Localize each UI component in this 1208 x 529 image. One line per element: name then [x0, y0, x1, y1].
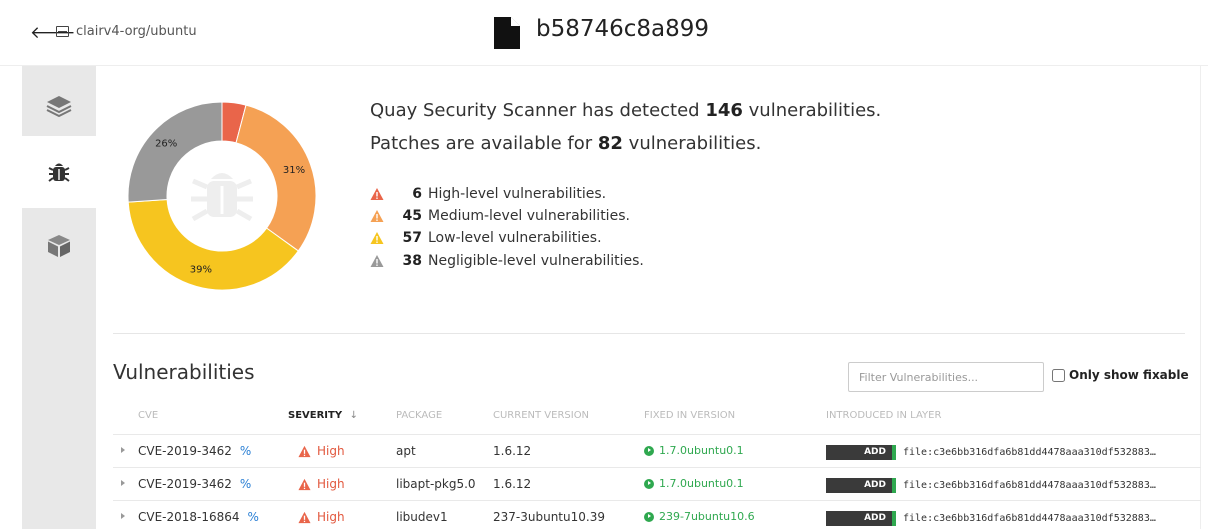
- cve-id[interactable]: CVE-2019-3462: [138, 444, 232, 458]
- fixed-arrow-icon: [644, 445, 654, 456]
- cve-cell[interactable]: CVE-2018-16864%: [138, 510, 259, 524]
- layer-command-badge: ADD: [826, 511, 896, 526]
- column-severity[interactable]: SEVERITY ↓: [288, 410, 358, 421]
- introduced-layer-cell[interactable]: ADD file:c3e6bb316dfa6b81dd4478aaa310df53…: [826, 445, 1156, 460]
- donut-svg: 31% 39% 26%: [127, 101, 317, 291]
- warning-high-icon: [370, 188, 384, 200]
- severity-text: High: [317, 444, 345, 458]
- level-text: High-level vulnerabilities.: [428, 186, 607, 202]
- layer-command-badge: ADD: [826, 445, 896, 460]
- level-medium: 45 Medium-level vulnerabilities.: [370, 206, 630, 226]
- slice-medium[interactable]: [235, 104, 317, 252]
- link-icon[interactable]: %: [240, 477, 251, 491]
- warning-high-icon: [298, 511, 311, 523]
- level-count: 45: [402, 208, 422, 224]
- layer-file: file:c3e6bb316dfa6b81dd4478aaa310df53288…: [903, 447, 1156, 458]
- level-negligible: 38 Negligible-level vulnerabilities.: [370, 251, 644, 271]
- only-fixable-label: Only show fixable: [1069, 368, 1189, 382]
- slice-medium-label: 31%: [283, 165, 305, 176]
- fixed-arrow-icon: [644, 511, 654, 522]
- tab-bar: [22, 66, 96, 529]
- layers-icon: [46, 96, 72, 117]
- level-count: 38: [402, 253, 422, 269]
- cve-cell[interactable]: CVE-2019-3462%: [138, 444, 251, 458]
- fixed-version-text: 239-7ubuntu10.6: [659, 510, 755, 523]
- level-text: Negligible-level vulnerabilities.: [428, 253, 644, 269]
- warning-low-icon: [370, 232, 384, 244]
- severity-text: High: [317, 510, 345, 524]
- expand-caret-icon[interactable]: [121, 447, 125, 453]
- file-icon: [494, 17, 520, 49]
- package-cell: libudev1: [396, 510, 448, 524]
- column-current-version[interactable]: CURRENT VERSION: [493, 410, 589, 421]
- slice-low-label: 39%: [190, 265, 212, 276]
- header: 🡐 clairv4-org/ubuntu b58746c8a899: [0, 0, 1208, 66]
- repository-icon: [56, 26, 69, 37]
- repository-link[interactable]: clairv4-org/ubuntu: [76, 24, 197, 39]
- sort-arrow-icon: ↓: [349, 410, 358, 421]
- cve-id[interactable]: CVE-2019-3462: [138, 477, 232, 491]
- layer-file: file:c3e6bb316dfa6b81dd4478aaa310df53288…: [903, 480, 1156, 491]
- warning-medium-icon: [370, 210, 384, 222]
- current-version-cell: 1.6.12: [493, 477, 532, 491]
- fixed-version-text: 1.7.0ubuntu0.1: [659, 477, 744, 490]
- fixed-version-text: 1.7.0ubuntu0.1: [659, 444, 744, 457]
- bug-watermark-icon: [191, 173, 253, 222]
- link-icon[interactable]: %: [240, 444, 251, 458]
- summary-patches: Patches are available for 82 vulnerabili…: [370, 133, 762, 154]
- package-cell: apt: [396, 444, 416, 458]
- severity-cell: High: [298, 477, 345, 491]
- layer-command-badge: ADD: [826, 478, 896, 493]
- slice-negligible-label: 26%: [155, 139, 177, 150]
- introduced-layer-cell[interactable]: ADD file:c3e6bb316dfa6b81dd4478aaa310df53…: [826, 478, 1156, 493]
- warning-negligible-icon: [370, 255, 384, 267]
- table-row[interactable]: CVE-2019-3462% High libapt-pkg5.0 1.6.12 1.7…: [113, 467, 1201, 500]
- summary-detected: Quay Security Scanner has detected 146 v…: [370, 100, 882, 121]
- tab-packages[interactable]: [22, 210, 96, 282]
- warning-high-icon: [298, 478, 311, 490]
- layer-file: file:c3e6bb316dfa6b81dd4478aaa310df53288…: [903, 513, 1156, 524]
- column-fixed-in-version[interactable]: FIXED IN VERSION: [644, 410, 735, 421]
- level-text: Medium-level vulnerabilities.: [428, 208, 630, 224]
- column-introduced-in-layer[interactable]: INTRODUCED IN LAYER: [826, 410, 941, 421]
- bug-icon: [48, 163, 70, 182]
- table-row[interactable]: CVE-2019-3462% High apt 1.6.12 1.7.0ubuntu0.…: [113, 434, 1201, 467]
- current-version-cell: 237-3ubuntu10.39: [493, 510, 605, 524]
- fixed-version-cell: 239-7ubuntu10.6: [644, 510, 755, 523]
- fixed-version-cell: 1.7.0ubuntu0.1: [644, 444, 744, 457]
- column-package[interactable]: PACKAGE: [396, 410, 442, 421]
- warning-high-icon: [298, 445, 311, 457]
- tab-vulnerabilities[interactable]: [22, 136, 96, 208]
- level-text: Low-level vulnerabilities.: [428, 230, 602, 246]
- only-fixable-checkbox[interactable]: [1052, 368, 1065, 382]
- fixed-arrow-icon: [644, 478, 654, 489]
- level-count: 57: [402, 230, 422, 246]
- fixed-version-cell: 1.7.0ubuntu0.1: [644, 477, 744, 490]
- introduced-layer-cell[interactable]: ADD file:c3e6bb316dfa6b81dd4478aaa310df53…: [826, 511, 1156, 526]
- level-low: 57 Low-level vulnerabilities.: [370, 228, 602, 248]
- severity-text: High: [317, 477, 345, 491]
- filter-vulnerabilities-input[interactable]: [848, 362, 1044, 392]
- expand-caret-icon[interactable]: [121, 513, 125, 519]
- cve-id[interactable]: CVE-2018-16864: [138, 510, 240, 524]
- link-icon[interactable]: %: [248, 510, 259, 524]
- expand-caret-icon[interactable]: [121, 480, 125, 486]
- severity-cell: High: [298, 444, 345, 458]
- column-cve[interactable]: CVE: [138, 410, 158, 421]
- level-count: 6: [412, 186, 422, 202]
- current-version-cell: 1.6.12: [493, 444, 532, 458]
- table-row[interactable]: CVE-2018-16864% High libudev1 237-3ubuntu10…: [113, 500, 1201, 529]
- level-high: 6 High-level vulnerabilities.: [370, 184, 606, 204]
- vulnerabilities-heading: Vulnerabilities: [113, 360, 255, 384]
- package-icon: [48, 235, 70, 257]
- only-fixable-toggle[interactable]: Only show fixable: [1052, 368, 1189, 382]
- cve-cell[interactable]: CVE-2019-3462%: [138, 477, 251, 491]
- tab-layers[interactable]: [22, 70, 96, 142]
- manifest-title: b58746c8a899: [536, 16, 710, 42]
- severity-cell: High: [298, 510, 345, 524]
- package-cell: libapt-pkg5.0: [396, 477, 476, 491]
- vulnerability-donut-chart: 31% 39% 26%: [127, 101, 317, 291]
- section-divider: [113, 333, 1185, 334]
